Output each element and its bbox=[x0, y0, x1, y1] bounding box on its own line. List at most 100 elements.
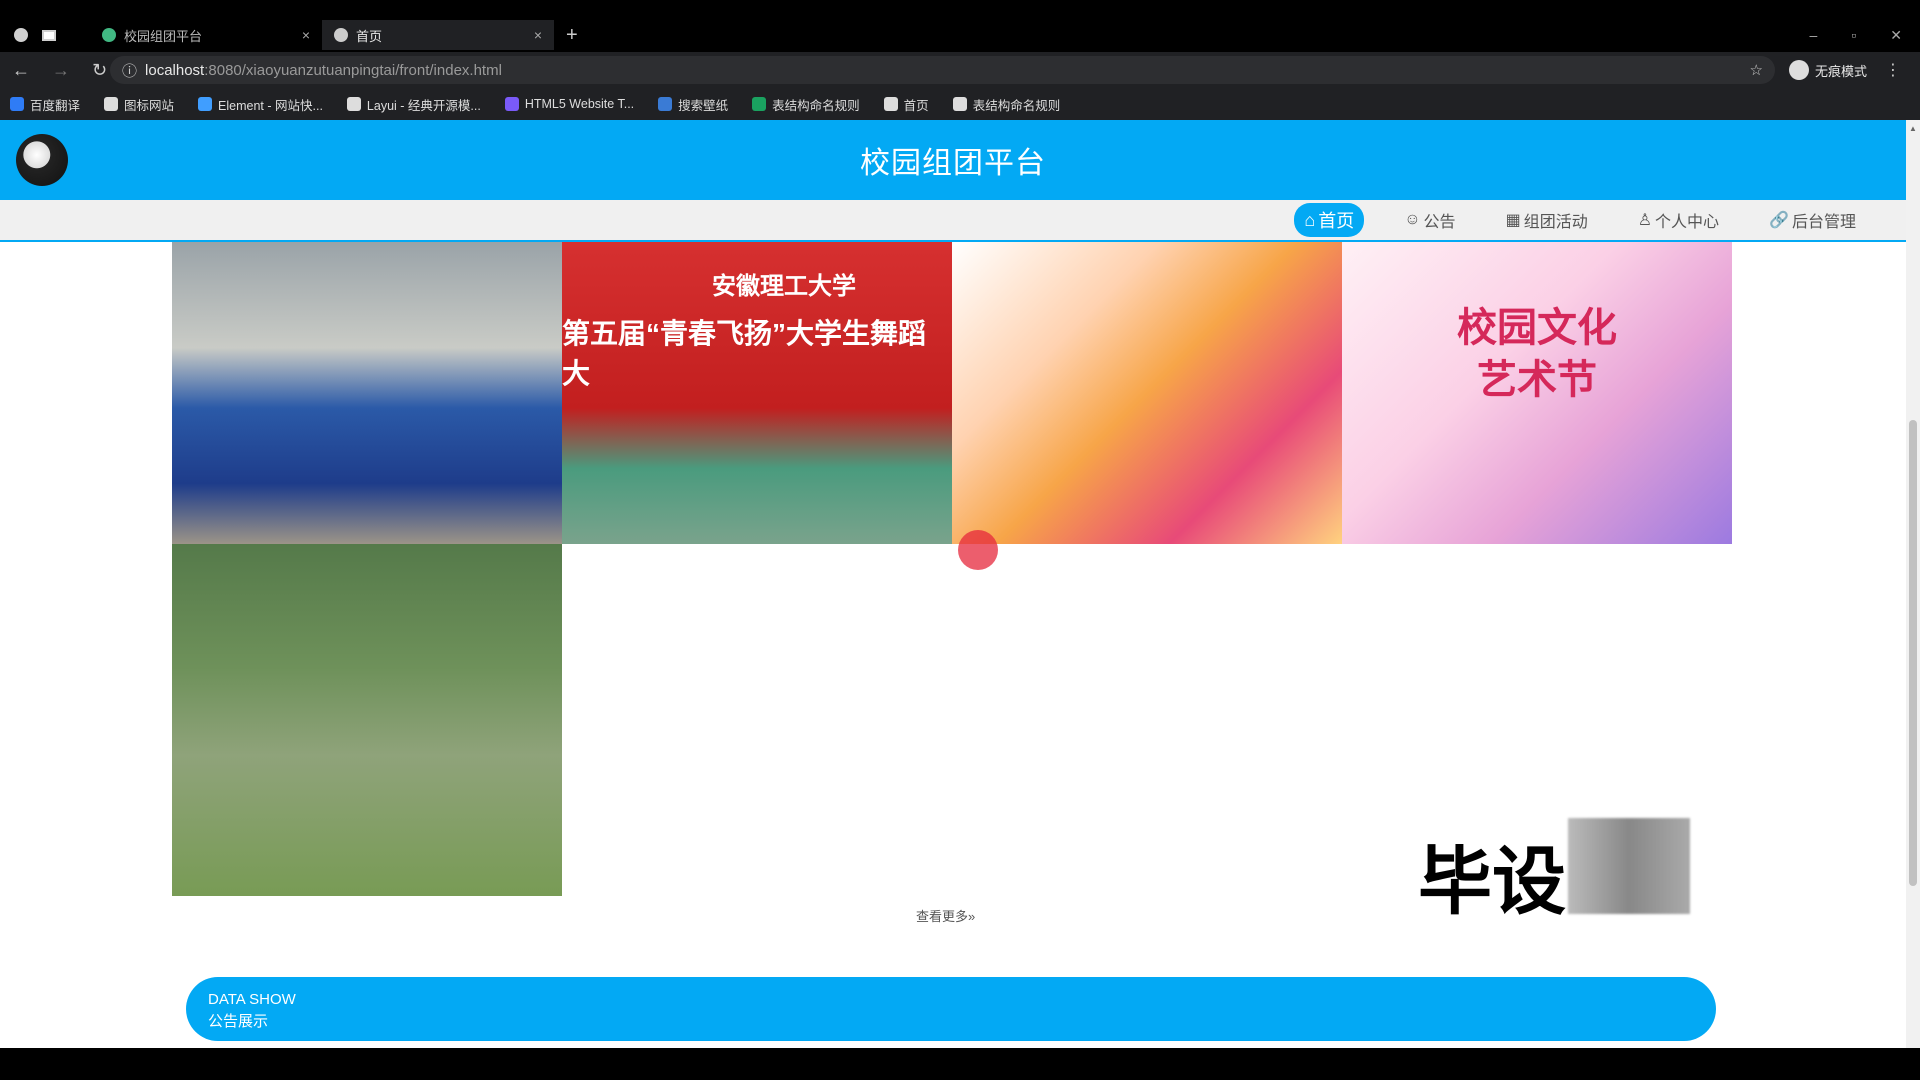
reload-icon[interactable]: ↻ bbox=[92, 60, 107, 81]
nav-notice[interactable]: ☺ 公告 bbox=[1394, 204, 1465, 236]
link-icon: 🔗 bbox=[1769, 212, 1789, 229]
nav-activity-label: 组团活动 bbox=[1523, 214, 1588, 231]
wallpaper-icon bbox=[658, 97, 673, 111]
globe-icon bbox=[952, 97, 967, 111]
nav-home[interactable]: ⌂ 首页 bbox=[1294, 203, 1365, 237]
nav-home-label: 首页 bbox=[1318, 211, 1355, 231]
sheet-icon bbox=[752, 97, 767, 111]
bookmark-item[interactable]: Element - 网站快... bbox=[198, 95, 323, 114]
activity-image-2[interactable]: 安徽理工大学 第五届“青春飞扬”大学生舞蹈大 bbox=[562, 242, 952, 544]
globe-icon bbox=[883, 97, 898, 111]
url-host: localhost bbox=[145, 61, 205, 79]
home-icon: ⌂ bbox=[1304, 209, 1316, 230]
bookmark-label: 首页 bbox=[903, 98, 929, 113]
bookmark-label: 百度翻译 bbox=[30, 98, 81, 113]
activity-image-4[interactable]: 校园文化艺术节 bbox=[1342, 242, 1732, 544]
activity-image-5[interactable] bbox=[172, 544, 562, 896]
layui-icon bbox=[346, 97, 361, 111]
window-icons bbox=[0, 28, 90, 42]
address-bar-row: ← → ↻ ⓘ localhost :8080/xiaoyuanzutuanpi… bbox=[0, 52, 1920, 88]
bookmark-item[interactable]: 表结构命名规则 bbox=[952, 95, 1061, 114]
watermark-text: 毕设 bbox=[1418, 840, 1566, 923]
site-logo[interactable] bbox=[16, 134, 68, 186]
mouse-cursor-highlight bbox=[958, 530, 998, 570]
vue-icon bbox=[102, 28, 116, 42]
more-menu-icon[interactable]: ⋮ bbox=[1885, 60, 1901, 80]
window-controls: – ▫ ✕ bbox=[1810, 27, 1920, 44]
section-title-en: DATA SHOW bbox=[208, 991, 296, 1008]
activity-image-3[interactable] bbox=[952, 242, 1342, 544]
browser-tab-bar: 校园组团平台 × 首页 × + – ▫ ✕ bbox=[0, 18, 1920, 52]
bookmark-label: Layui - 经典开源模... bbox=[366, 98, 481, 113]
site-title: 校园组团平台 bbox=[860, 147, 1046, 180]
bookmarks-bar: 百度翻译 图标网站 Element - 网站快... Layui - 经典开源模...… bbox=[0, 88, 1920, 120]
incognito-indicator[interactable]: 无痕模式 bbox=[1789, 60, 1867, 80]
tab-2[interactable]: 首页 × bbox=[322, 20, 554, 50]
data-show-section-header: DATA SHOW 公告展示 bbox=[186, 977, 1716, 1041]
globe-icon bbox=[334, 28, 348, 42]
blurred-region bbox=[1568, 818, 1690, 914]
site-header: 校园组团平台 bbox=[0, 120, 1906, 200]
html5-icon bbox=[504, 97, 519, 111]
minimize-icon[interactable]: – bbox=[1810, 27, 1818, 44]
incognito-icon bbox=[1789, 60, 1809, 80]
nav-notice-label: 公告 bbox=[1423, 214, 1456, 231]
nav-admin[interactable]: 🔗 后台管理 bbox=[1759, 204, 1866, 236]
bookmark-label: HTML5 Website T... bbox=[524, 97, 635, 111]
bookmark-item[interactable]: 首页 bbox=[883, 95, 929, 114]
bookmark-item[interactable]: 百度翻译 bbox=[10, 95, 80, 114]
site-nav: ⌂ 首页 ☺ 公告 ▦ 组团活动 ♙ 个人中心 🔗 后台管理 bbox=[0, 200, 1906, 242]
tab-search-icon[interactable] bbox=[42, 29, 56, 41]
bookmark-item[interactable]: 搜索壁纸 bbox=[658, 95, 728, 114]
image-2-banner-text: 第五届“青春飞扬”大学生舞蹈大 bbox=[562, 318, 927, 389]
bookmark-item[interactable]: 图标网站 bbox=[104, 95, 174, 114]
image-4-title-text: 校园文化艺术节 bbox=[1457, 306, 1617, 402]
screen-bottom-bar bbox=[0, 1048, 1920, 1080]
notice-icon: ☺ bbox=[1404, 211, 1421, 228]
bookmark-label: 表结构命名规则 bbox=[972, 98, 1061, 113]
see-more-link[interactable]: 查看更多» bbox=[916, 906, 975, 925]
nav-profile-label: 个人中心 bbox=[1655, 214, 1720, 231]
bookmark-label: 搜索壁纸 bbox=[678, 98, 729, 113]
bookmark-item[interactable]: HTML5 Website T... bbox=[504, 97, 635, 111]
close-tab-icon[interactable]: × bbox=[302, 27, 310, 43]
forward-icon[interactable]: → bbox=[52, 60, 70, 81]
bookmark-item[interactable]: 表结构命名规则 bbox=[752, 95, 860, 114]
tab-1[interactable]: 校园组团平台 × bbox=[90, 20, 322, 50]
activity-image-1[interactable] bbox=[172, 242, 562, 544]
web-page: 校园组团平台 ⌂ 首页 ☺ 公告 ▦ 组团活动 ♙ 个人中心 🔗 后台管理 安徽… bbox=[0, 120, 1906, 1048]
bookmark-label: 表结构命名规则 bbox=[772, 98, 860, 113]
double-chevron-right-icon: » bbox=[968, 909, 976, 924]
url-path: :8080/xiaoyuanzutuanpingtai/front/index.… bbox=[204, 61, 502, 79]
activity-icon: ▦ bbox=[1505, 212, 1521, 229]
tab-1-title: 校园组团平台 bbox=[124, 28, 203, 44]
nav-activity[interactable]: ▦ 组团活动 bbox=[1496, 204, 1598, 236]
bookmark-label: Element - 网站快... bbox=[218, 98, 323, 113]
nav-admin-label: 后台管理 bbox=[1791, 214, 1856, 231]
page-scrollbar[interactable]: ▲ bbox=[1906, 120, 1920, 1048]
new-tab-button[interactable]: + bbox=[554, 24, 590, 47]
scroll-up-icon[interactable]: ▲ bbox=[1909, 124, 1917, 133]
browser-menu-icon[interactable] bbox=[14, 28, 28, 42]
incognito-label: 无痕模式 bbox=[1815, 63, 1868, 79]
close-window-icon[interactable]: ✕ bbox=[1890, 27, 1902, 44]
image-2-university-text: 安徽理工大学 bbox=[712, 273, 856, 300]
info-icon[interactable]: ⓘ bbox=[122, 60, 137, 81]
scrollbar-thumb[interactable] bbox=[1909, 420, 1917, 886]
see-more-label: 查看更多 bbox=[916, 909, 969, 924]
close-tab-icon[interactable]: × bbox=[534, 27, 542, 43]
bookmark-label: 图标网站 bbox=[124, 98, 175, 113]
nav-buttons: ← → ↻ bbox=[0, 60, 110, 81]
element-icon bbox=[198, 97, 213, 111]
user-icon: ♙ bbox=[1637, 212, 1653, 229]
translate-icon bbox=[10, 97, 24, 111]
restore-icon[interactable]: ▫ bbox=[1851, 27, 1856, 44]
url-field[interactable]: ⓘ localhost :8080/xiaoyuanzutuanpingtai/… bbox=[110, 56, 1775, 84]
tab-2-title: 首页 bbox=[356, 28, 383, 44]
bookmark-item[interactable]: Layui - 经典开源模... bbox=[346, 95, 481, 114]
back-icon[interactable]: ← bbox=[12, 60, 30, 81]
flag-icon bbox=[104, 97, 119, 111]
section-title-cn: 公告展示 bbox=[208, 1013, 269, 1030]
nav-profile[interactable]: ♙ 个人中心 bbox=[1628, 204, 1729, 236]
bookmark-star-icon[interactable]: ☆ bbox=[1750, 61, 1763, 79]
